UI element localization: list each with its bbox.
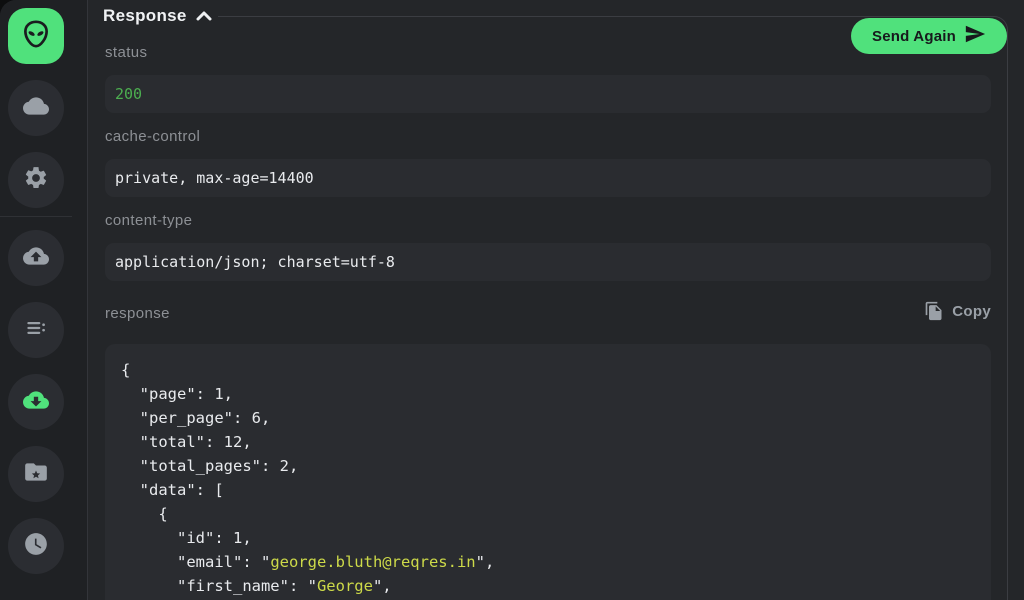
collapse-section-button[interactable] bbox=[195, 9, 213, 23]
send-again-label: Send Again bbox=[872, 28, 956, 45]
sidebar-item-home[interactable] bbox=[8, 8, 64, 64]
code-line: "id": 1, bbox=[121, 526, 975, 550]
sidebar-item-cloud[interactable] bbox=[8, 80, 64, 136]
code-line: { bbox=[121, 358, 975, 382]
code-line: "data": [ bbox=[121, 478, 975, 502]
content-type-label: content-type bbox=[105, 212, 192, 229]
code-line: "per_page": 6, bbox=[121, 406, 975, 430]
send-again-button[interactable]: Send Again bbox=[851, 18, 1007, 54]
cloud-download-icon bbox=[23, 387, 49, 418]
cache-control-label: cache-control bbox=[105, 128, 200, 145]
code-line: "page": 1, bbox=[121, 382, 975, 406]
copy-response-button[interactable]: Copy bbox=[924, 301, 991, 321]
copy-icon bbox=[924, 301, 944, 321]
code-line: "total": 12, bbox=[121, 430, 975, 454]
status-label: status bbox=[105, 44, 147, 61]
code-line: "email": "george.bluth@reqres.in", bbox=[121, 550, 975, 574]
sidebar-item-download[interactable] bbox=[8, 374, 64, 430]
alien-logo-icon bbox=[19, 17, 53, 56]
app-surface: Response Send Again status 200 bbox=[0, 0, 1024, 600]
cache-control-value-field[interactable]: private, max-age=14400 bbox=[105, 159, 991, 197]
history-clock-icon bbox=[23, 531, 49, 562]
sidebar bbox=[0, 0, 88, 600]
sidebar-divider bbox=[0, 216, 72, 217]
content-type-value-field[interactable]: application/json; charset=utf-8 bbox=[105, 243, 991, 281]
content-type-value: application/json; charset=utf-8 bbox=[115, 253, 395, 271]
code-line: "total_pages": 2, bbox=[121, 454, 975, 478]
settings-gear-icon bbox=[23, 165, 49, 196]
sidebar-item-upload[interactable] bbox=[8, 230, 64, 286]
cloud-upload-icon bbox=[23, 243, 49, 274]
folder-star-icon bbox=[23, 459, 49, 490]
sidebar-item-history[interactable] bbox=[8, 518, 64, 574]
app-window: Response Send Again status 200 bbox=[0, 0, 1024, 600]
status-value-field[interactable]: 200 bbox=[105, 75, 991, 113]
response-body[interactable]: { "page": 1, "per_page": 6, "total": 12,… bbox=[105, 344, 991, 600]
sidebar-item-settings[interactable] bbox=[8, 152, 64, 208]
code-line: "first_name": "George", bbox=[121, 574, 975, 598]
cache-control-value: private, max-age=14400 bbox=[115, 169, 314, 187]
code-line: { bbox=[121, 502, 975, 526]
cloud-icon bbox=[23, 93, 49, 124]
request-list-icon bbox=[23, 315, 49, 346]
section-title: Response bbox=[103, 6, 187, 26]
sidebar-item-request-list[interactable] bbox=[8, 302, 64, 358]
response-label: response bbox=[105, 305, 170, 322]
sidebar-item-collections[interactable] bbox=[8, 446, 64, 502]
status-value: 200 bbox=[115, 85, 142, 103]
send-icon bbox=[964, 23, 986, 49]
copy-label: Copy bbox=[952, 303, 991, 320]
response-panel: Response Send Again status 200 bbox=[89, 0, 1024, 600]
